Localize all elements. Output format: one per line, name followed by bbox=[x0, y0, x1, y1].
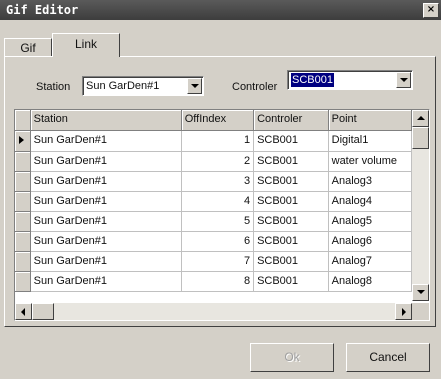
station-select-value: Sun GarDen#1 bbox=[86, 80, 160, 92]
close-button[interactable]: × bbox=[423, 3, 439, 18]
scroll-down-button[interactable] bbox=[412, 284, 429, 301]
cell-station[interactable]: Sun GarDen#1 bbox=[30, 231, 182, 252]
cell-offindex[interactable]: 4 bbox=[181, 191, 255, 212]
link-table: Station OffIndex Controler Point Sun Gar… bbox=[15, 110, 412, 292]
cell-controller[interactable]: SCB001 bbox=[253, 251, 329, 272]
controller-label: Controler bbox=[232, 81, 278, 93]
cell-station[interactable]: Sun GarDen#1 bbox=[30, 151, 182, 172]
cell-offindex[interactable]: 3 bbox=[181, 171, 255, 192]
link-grid[interactable]: Station OffIndex Controler Point Sun Gar… bbox=[14, 109, 430, 321]
tab-link[interactable]: Link bbox=[52, 33, 120, 57]
cell-offindex[interactable]: 2 bbox=[181, 151, 255, 172]
cell-point[interactable]: Analog6 bbox=[328, 231, 412, 252]
cell-controller[interactable]: SCB001 bbox=[253, 231, 329, 252]
scroll-left-button[interactable] bbox=[15, 303, 32, 320]
table-row[interactable]: Sun GarDen#1 4 SCB001 Analog4 bbox=[15, 191, 412, 212]
arrow-right-icon bbox=[402, 308, 406, 316]
arrow-left-icon bbox=[21, 308, 25, 316]
row-pointer-icon bbox=[19, 135, 24, 144]
tab-gif[interactable]: Gif bbox=[4, 38, 52, 56]
cell-point[interactable]: Analog7 bbox=[328, 251, 412, 272]
table-row[interactable]: Sun GarDen#1 1 SCB001 Digital1 bbox=[15, 130, 412, 152]
column-header-controller[interactable]: Controler bbox=[253, 110, 329, 131]
cell-point[interactable]: Analog3 bbox=[328, 171, 412, 192]
station-select[interactable]: Sun GarDen#1 bbox=[82, 76, 204, 96]
column-header-point[interactable]: Point bbox=[328, 110, 412, 131]
chevron-down-icon bbox=[400, 78, 408, 82]
table-row[interactable]: Sun GarDen#1 5 SCB001 Analog5 bbox=[15, 211, 412, 232]
cell-controller[interactable]: SCB001 bbox=[253, 171, 329, 192]
row-selector[interactable] bbox=[15, 130, 31, 152]
row-selector[interactable] bbox=[15, 231, 31, 252]
cell-station[interactable]: Sun GarDen#1 bbox=[30, 271, 182, 292]
table-row[interactable]: Sun GarDen#1 8 SCB001 Analog8 bbox=[15, 271, 412, 292]
tab-link-label: Link bbox=[74, 37, 97, 51]
column-header-station[interactable]: Station bbox=[30, 110, 182, 131]
cell-controller[interactable]: SCB001 bbox=[253, 130, 329, 152]
horizontal-scrollbar[interactable] bbox=[15, 303, 412, 320]
cell-point[interactable]: Analog8 bbox=[328, 271, 412, 292]
station-dropdown-button[interactable] bbox=[187, 78, 202, 94]
scroll-up-button[interactable] bbox=[412, 110, 429, 127]
row-header-corner bbox=[15, 110, 31, 131]
window-title: Gif Editor bbox=[6, 3, 79, 17]
close-icon: × bbox=[426, 4, 436, 15]
cancel-button[interactable]: Cancel bbox=[346, 343, 430, 372]
cell-station[interactable]: Sun GarDen#1 bbox=[30, 171, 182, 192]
cell-station[interactable]: Sun GarDen#1 bbox=[30, 251, 182, 272]
table-row[interactable]: Sun GarDen#1 3 SCB001 Analog3 bbox=[15, 171, 412, 192]
gif-editor-window: Gif Editor × Gif Link Station Sun GarDen… bbox=[0, 0, 441, 379]
cell-offindex[interactable]: 6 bbox=[181, 231, 255, 252]
ok-button-label: Ok bbox=[284, 350, 300, 364]
controller-select-value: SCB001 bbox=[291, 73, 334, 87]
cell-controller[interactable]: SCB001 bbox=[253, 211, 329, 232]
cell-offindex[interactable]: 1 bbox=[181, 130, 255, 152]
arrow-down-icon bbox=[417, 290, 425, 294]
controller-dropdown-button[interactable] bbox=[396, 72, 411, 88]
cell-offindex[interactable]: 5 bbox=[181, 211, 255, 232]
tab-gif-label: Gif bbox=[20, 41, 36, 55]
cell-controller[interactable]: SCB001 bbox=[253, 271, 329, 292]
cell-controller[interactable]: SCB001 bbox=[253, 191, 329, 212]
column-header-offindex[interactable]: OffIndex bbox=[181, 110, 255, 131]
scroll-right-button[interactable] bbox=[395, 303, 412, 320]
title-bar[interactable]: Gif Editor × bbox=[0, 0, 441, 20]
vertical-scroll-thumb[interactable] bbox=[412, 127, 429, 149]
cell-point[interactable]: water volume bbox=[328, 151, 412, 172]
table-header-row: Station OffIndex Controler Point bbox=[15, 110, 412, 131]
ok-button[interactable]: Ok bbox=[250, 343, 334, 372]
station-label: Station bbox=[36, 81, 71, 93]
scrollbar-corner bbox=[412, 303, 429, 320]
cell-station[interactable]: Sun GarDen#1 bbox=[30, 130, 182, 152]
controller-select[interactable]: SCB001 bbox=[287, 70, 413, 90]
row-selector[interactable] bbox=[15, 271, 31, 292]
row-selector[interactable] bbox=[15, 191, 31, 212]
cell-point[interactable]: Analog4 bbox=[328, 191, 412, 212]
row-selector[interactable] bbox=[15, 151, 31, 172]
cell-point[interactable]: Digital1 bbox=[328, 130, 412, 152]
cell-offindex[interactable]: 7 bbox=[181, 251, 255, 272]
cell-offindex[interactable]: 8 bbox=[181, 271, 255, 292]
table-row[interactable]: Sun GarDen#1 7 SCB001 Analog7 bbox=[15, 251, 412, 272]
chevron-down-icon bbox=[191, 84, 199, 88]
cancel-button-label: Cancel bbox=[369, 350, 407, 364]
arrow-up-icon bbox=[417, 116, 425, 120]
table-row[interactable]: Sun GarDen#1 2 SCB001 water volume bbox=[15, 151, 412, 172]
table-row[interactable]: Sun GarDen#1 6 SCB001 Analog6 bbox=[15, 231, 412, 252]
horizontal-scroll-thumb[interactable] bbox=[32, 303, 54, 320]
cell-station[interactable]: Sun GarDen#1 bbox=[30, 211, 182, 232]
row-selector[interactable] bbox=[15, 251, 31, 272]
cell-point[interactable]: Analog5 bbox=[328, 211, 412, 232]
row-selector[interactable] bbox=[15, 211, 31, 232]
vertical-scrollbar[interactable] bbox=[412, 110, 429, 301]
cell-controller[interactable]: SCB001 bbox=[253, 151, 329, 172]
row-selector[interactable] bbox=[15, 171, 31, 192]
cell-station[interactable]: Sun GarDen#1 bbox=[30, 191, 182, 212]
